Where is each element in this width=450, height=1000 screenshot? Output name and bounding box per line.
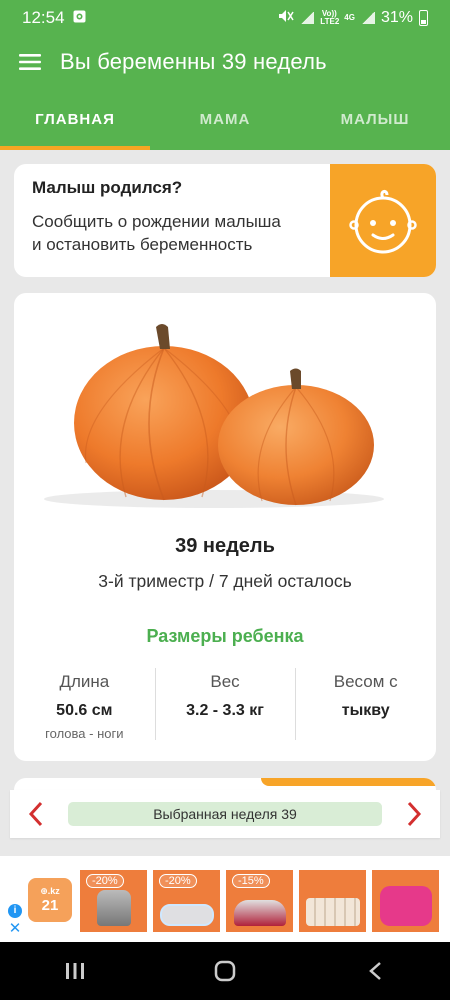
- stat-size-comparison: Весом с тыкву: [295, 666, 436, 744]
- baby-sizes-title: Размеры ребенка: [146, 626, 304, 646]
- network-label: 4G: [344, 13, 355, 22]
- stat-weight: Вес 3.2 - 3.3 кг: [154, 666, 296, 744]
- tab-mom[interactable]: МАМА: [150, 88, 300, 150]
- ad-close-icon[interactable]: ✕: [9, 921, 22, 936]
- smart-speaker-image: [379, 886, 432, 926]
- battery-percent: 31%: [380, 9, 413, 26]
- ad-product[interactable]: -15%: [226, 870, 293, 932]
- baby-born-title: Малыш родился?: [32, 178, 183, 197]
- dish-set-image: [305, 898, 360, 926]
- steam-iron-image: [233, 900, 286, 926]
- signal-icon: [300, 12, 315, 24]
- stat-value: 50.6 см: [56, 702, 113, 719]
- recent-apps-button[interactable]: [35, 942, 115, 1000]
- ad-banner[interactable]: ⊕.kz 21 -20% -20% -15% i ✕: [0, 856, 450, 942]
- stat-value: тыкву: [341, 702, 390, 719]
- week-count: 39 недель: [175, 535, 275, 557]
- notification-icon: [73, 8, 86, 28]
- ad-product[interactable]: [372, 870, 439, 932]
- volte-label: Vo)) LTE2: [320, 9, 340, 26]
- recent-apps-icon: [66, 963, 84, 979]
- trimester-info: 3-й триместр / 7 дней осталось: [98, 571, 352, 591]
- stat-length: Длина 50.6 см голова - ноги: [14, 666, 155, 744]
- pumpkin-illustration: [14, 313, 436, 513]
- mute-icon: [278, 9, 294, 28]
- tab-main[interactable]: ГЛАВНАЯ: [0, 88, 150, 150]
- stat-label: Весом с: [333, 672, 398, 691]
- chevron-left-icon: [28, 801, 43, 827]
- prev-week-button[interactable]: [10, 790, 62, 838]
- tab-baby[interactable]: МАЛЫШ: [300, 88, 450, 150]
- status-time: 12:54: [22, 8, 65, 27]
- ad-discount: -20%: [86, 874, 124, 888]
- back-button[interactable]: [335, 942, 415, 1000]
- ad-controls: i ✕: [8, 904, 22, 936]
- signal-icon-2: [360, 12, 375, 24]
- battery-icon: [419, 10, 428, 26]
- tab-bar: ГЛАВНАЯ МАМА МАЛЫШ: [0, 88, 450, 150]
- next-week-button[interactable]: [388, 790, 440, 838]
- stat-label: Длина: [59, 672, 110, 691]
- ad-product[interactable]: [299, 870, 366, 932]
- home-button[interactable]: [185, 942, 265, 1000]
- pregnancy-week-card: 39 недель 3-й триместр / 7 дней осталось…: [14, 293, 436, 761]
- big-pumpkin: [74, 324, 254, 501]
- ad-logo-domain: ⊕.kz: [40, 886, 60, 896]
- app-bar: Вы беременны 39 недель: [0, 36, 450, 88]
- status-bar: 12:54 Vo)) LTE2 4G 31%: [0, 0, 450, 36]
- glass-dish-image: [159, 904, 214, 926]
- home-icon: [214, 960, 236, 982]
- week-selector: Выбранная неделя 39: [10, 790, 440, 838]
- baby-born-desc-line2: и остановить беременность: [32, 235, 253, 254]
- baby-born-description: Сообщить о рождении малыша и остановить …: [32, 210, 312, 256]
- ad-products: -20% -20% -15%: [80, 870, 439, 932]
- stat-note: голова - ноги: [45, 726, 124, 741]
- baby-stats: Длина 50.6 см голова - ноги Вес 3.2 - 3.…: [14, 666, 436, 744]
- menu-icon[interactable]: [0, 53, 60, 71]
- back-icon: [369, 962, 381, 980]
- system-nav-bar: [0, 942, 450, 1000]
- ad-product[interactable]: -20%: [80, 870, 147, 932]
- stat-value: 3.2 - 3.3 кг: [186, 702, 264, 719]
- ad-discount: -15%: [232, 874, 270, 888]
- baby-born-card[interactable]: Малыш родился? Сообщить о рождении малыш…: [14, 164, 436, 277]
- selected-week-label[interactable]: Выбранная неделя 39: [68, 802, 382, 826]
- ad-discount: -20%: [159, 874, 197, 888]
- meat-grinder-image: [96, 890, 131, 926]
- ad-logo[interactable]: ⊕.kz 21: [28, 878, 72, 922]
- baby-born-desc-line1: Сообщить о рождении малыша: [32, 212, 281, 231]
- ad-product[interactable]: -20%: [153, 870, 220, 932]
- stat-label: Вес: [210, 672, 240, 691]
- ad-logo-number: 21: [41, 897, 59, 914]
- chevron-right-icon: [407, 801, 422, 827]
- baby-born-badge[interactable]: [330, 164, 436, 277]
- baby-face-icon: [349, 189, 417, 253]
- ad-info-icon[interactable]: i: [8, 904, 22, 918]
- page-title: Вы беременны 39 недель: [60, 49, 327, 74]
